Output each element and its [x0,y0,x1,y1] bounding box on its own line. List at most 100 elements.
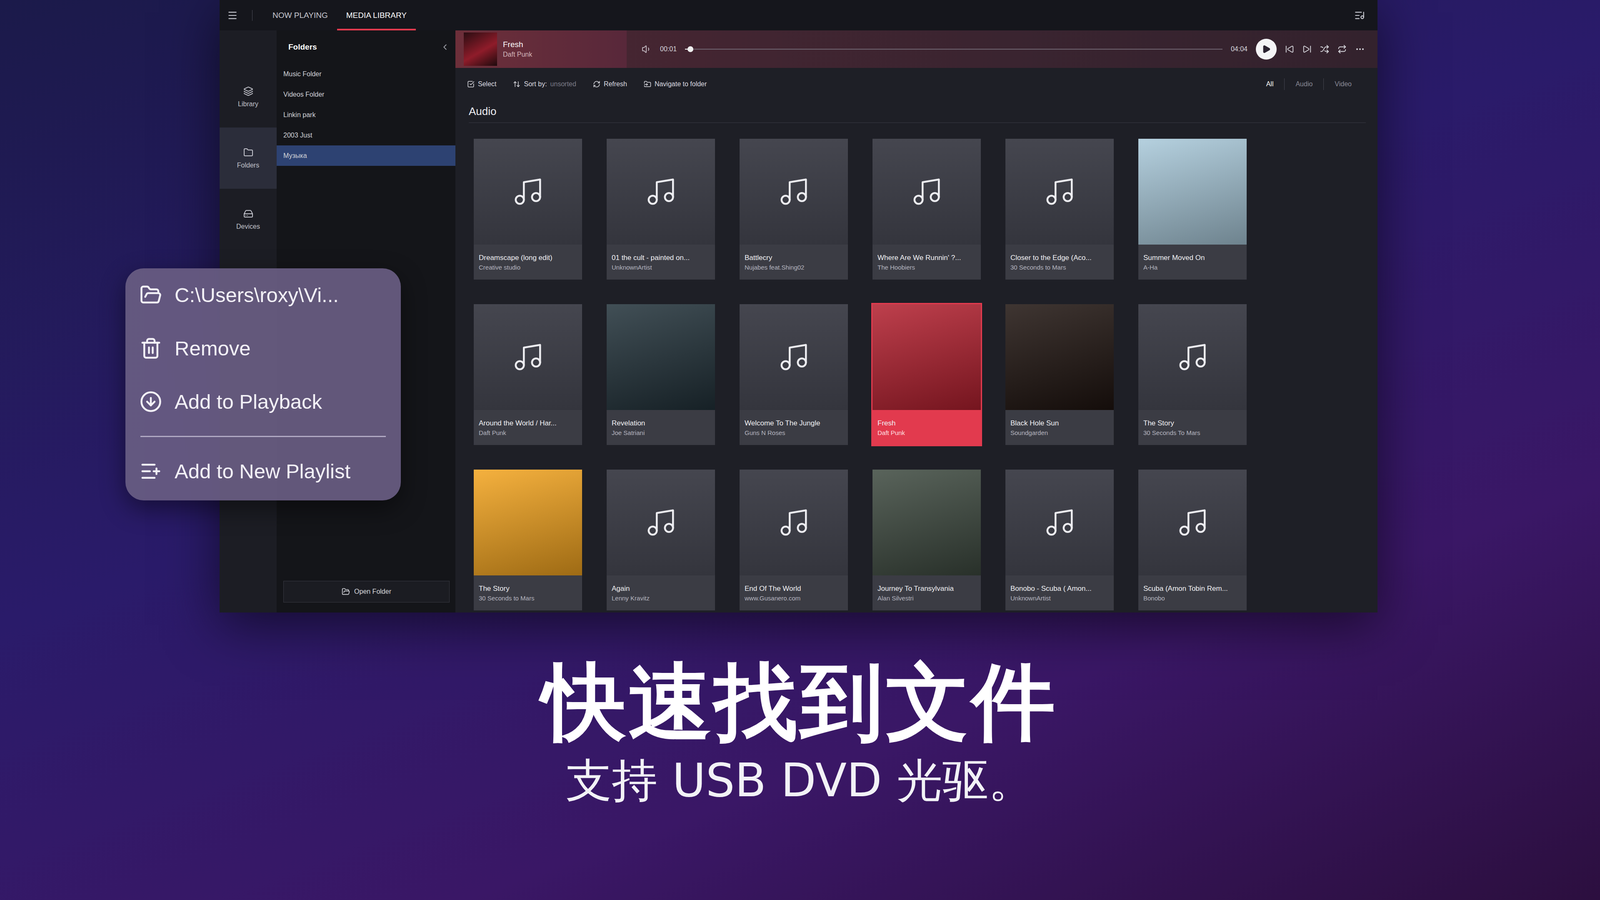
action-label: Navigate to folder [654,80,707,88]
tile-title: Welcome To The Jungle [744,419,843,428]
filter-tab[interactable]: All [1255,78,1285,90]
media-tile[interactable]: End Of The Worldwww.Gusanero.com [739,469,848,611]
album-cover [1138,138,1247,245]
rail-label: Folders [237,161,260,170]
media-tile[interactable]: 01 the cult - painted on...UnknownArtist [606,138,715,280]
tile-title: Fresh [877,419,976,428]
play-icon [1261,44,1271,54]
toolbar-action[interactable]: Select [467,80,497,88]
now-playing-info[interactable]: FreshDaft Punk [455,30,627,68]
filter-tab[interactable]: Audio [1284,78,1324,90]
album-cover [872,304,981,410]
filter-tab[interactable]: Video [1323,78,1363,90]
top-right [1354,10,1365,21]
media-tile[interactable]: RevelationJoe Satriani [606,304,715,445]
folder-item[interactable]: Videos Folder [276,84,456,105]
top-tab[interactable]: NOW PLAYING [263,0,338,31]
tile-title: Bonobo - Scuba ( Amon... [1010,584,1109,593]
media-tile[interactable]: Summer Moved OnA-Ha [1138,138,1247,280]
menu-item[interactable]: Remove [125,321,401,375]
tile-artist: Bonobo [1143,594,1242,602]
tile-label: Closer to the Edge (Aco...30 Seconds to … [1005,244,1114,280]
repeat-icon[interactable] [1337,44,1347,54]
player-bar: FreshDaft Punk00:0104:04 [455,30,1378,68]
media-tile[interactable]: Around the World / Har...Daft Punk [473,304,583,445]
tile-artist: Joe Satriani [611,429,710,437]
menu-item[interactable]: Add to Playback [125,375,401,429]
media-tile[interactable]: Bonobo - Scuba ( Amon...UnknownArtist [1005,469,1114,611]
seek-slider[interactable] [685,45,1223,53]
folder-item[interactable]: Music Folder [276,63,456,85]
slider-track [685,48,1223,50]
media-tile[interactable]: Closer to the Edge (Aco...30 Seconds to … [1005,138,1114,280]
rail-item[interactable]: Library [219,66,277,128]
media-tile[interactable]: The Story30 Seconds To Mars [1138,304,1247,445]
tile-artist: 30 Seconds to Mars [478,594,578,602]
folder-item[interactable]: Linkin park [276,104,456,125]
rail-item[interactable]: Devices [219,188,277,250]
rail-item[interactable]: Folders [219,127,277,189]
album-thumbnail [463,32,498,66]
folder-item[interactable]: 2003 Just [276,125,456,146]
tile-artist: Guns N Roses [744,429,843,437]
toolbar-action[interactable]: Sort by:unsorted [512,80,576,88]
tile-artist: Daft Punk [877,429,976,437]
tile-label: Dreamscape (long edit)Creative studio [473,244,583,280]
volume-icon[interactable] [641,44,652,55]
tile-label: 01 the cult - painted on...UnknownArtist [606,244,715,280]
previous-icon[interactable] [1285,44,1295,54]
tile-title: Journey To Transylvania [877,584,976,593]
tile-label: End Of The Worldwww.Gusanero.com [739,575,848,611]
music-note-icon [910,175,943,208]
media-tile[interactable]: FreshDaft Punk [872,304,981,445]
music-note-icon [511,340,545,374]
tile-artist: UnknownArtist [611,263,710,271]
top-tab[interactable]: MEDIA LIBRARY [337,0,416,31]
action-label: Refresh [603,80,628,88]
player-controls: 00:0104:04 [626,30,1378,68]
duration-time: 04:04 [1230,45,1248,53]
next-icon[interactable] [1302,44,1312,54]
tile-label: Welcome To The JungleGuns N Roses [739,410,848,445]
menu-separator [140,435,386,438]
play-button[interactable] [1255,38,1277,60]
music-note-icon [511,175,545,208]
media-tile[interactable]: AgainLenny Kravitz [606,469,715,611]
media-tile[interactable]: Dreamscape (long edit)Creative studio [473,138,583,280]
media-tile[interactable]: Welcome To The JungleGuns N Roses [739,304,848,445]
folder-item[interactable]: Музыка [276,145,456,166]
track-title: Fresh [502,40,533,50]
tile-title: The Story [1143,419,1242,428]
music-note-icon [1043,175,1076,208]
tile-title: Revelation [611,419,710,428]
shuffle-icon[interactable] [1320,44,1330,54]
tile-label: Black Hole SunSoundgarden [1005,410,1114,445]
folder-arrow-icon [643,80,652,88]
cover-placeholder [606,138,715,245]
caption: 快速找到文件支持 USB DVD 光驱。 [0,656,1600,806]
album-cover [1005,304,1114,410]
media-tile[interactable]: Journey To TransylvaniaAlan Silvestri [872,469,981,611]
toolbar-action[interactable]: Navigate to folder [643,80,707,88]
open-folder-button[interactable]: Open Folder [283,580,450,603]
menu-item[interactable]: C:\Users\roxy\Vi... [125,268,401,322]
tile-title: End Of The World [744,584,843,593]
music-note-icon [1043,506,1076,539]
caption-subtitle: 支持 USB DVD 光驱。 [565,755,1034,806]
tile-artist: 30 Seconds To Mars [1143,429,1242,437]
media-tile[interactable]: Where Are We Runnin' ?...The Hoobiers [872,138,981,280]
collapse-icon[interactable] [440,42,450,52]
menu-item[interactable]: Add to New Playlist [125,444,401,498]
toolbar-action[interactable]: Refresh [592,80,628,88]
media-grid: Dreamscape (long edit)Creative studio 01 … [455,122,1378,611]
queue-icon[interactable] [1354,10,1365,21]
tile-artist: The Hoobiers [877,263,976,271]
media-tile[interactable]: The Story30 Seconds to Mars [473,469,583,611]
more-icon[interactable] [1355,44,1365,55]
slider-thumb[interactable] [687,46,694,53]
media-tile[interactable]: BattlecryNujabes feat.Shing02 [739,138,848,280]
hamburger-icon[interactable] [227,10,238,21]
media-filters: AllAudioVideo [1255,78,1363,90]
media-tile[interactable]: Black Hole SunSoundgarden [1005,304,1114,445]
media-tile[interactable]: Scuba (Amon Tobin Rem...Bonobo [1138,469,1247,611]
